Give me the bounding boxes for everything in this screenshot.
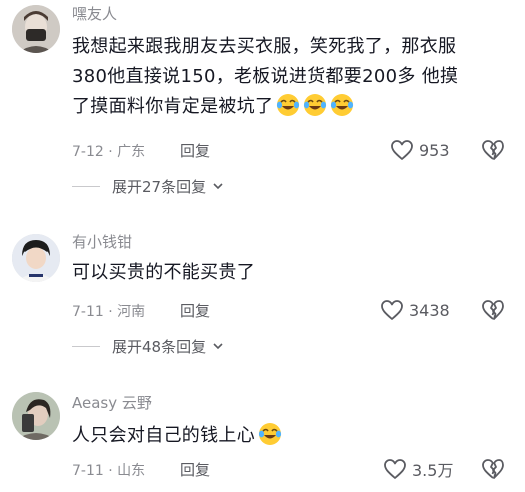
expand-replies-label: 展开48条回复 — [112, 337, 207, 356]
dislike-button[interactable] — [480, 298, 506, 322]
chevron-down-icon — [213, 183, 223, 190]
comment-text: 我想起来跟我朋友去买衣服，笑死我了，那衣服 380他直接说150，老板说进货都要… — [72, 32, 492, 122]
comment-meta: 7-11 · 山东 — [72, 460, 145, 480]
username[interactable]: Aeasy 云野 — [72, 392, 152, 413]
crying-laughing-emoji-icon — [276, 93, 300, 117]
crying-laughing-emoji-icon — [258, 422, 282, 446]
comment-location: 山东 — [117, 463, 146, 479]
comment-text: 人只会对自己的钱上心 — [72, 421, 472, 451]
crying-laughing-emoji-icon — [303, 93, 327, 117]
like-button[interactable]: 3.5万 — [383, 457, 453, 481]
comment-line: 可以买贵的不能买贵了 — [72, 262, 255, 283]
expand-replies-label: 展开27条回复 — [112, 177, 207, 196]
meta-separator: · — [103, 304, 118, 320]
broken-heart-icon — [482, 459, 504, 479]
chevron-down-icon — [213, 343, 223, 350]
expand-replies-button[interactable]: 展开27条回复 — [72, 174, 224, 198]
reply-button[interactable]: 回复 — [180, 459, 210, 480]
divider — [72, 185, 100, 187]
dislike-button[interactable] — [480, 138, 506, 162]
reply-button[interactable]: 回复 — [180, 140, 210, 161]
comment-line: 380他直接说150，老板说进货都要200多 他摸 — [72, 66, 459, 87]
heart-outline-icon — [384, 459, 406, 479]
avatar[interactable] — [12, 5, 60, 53]
heart-outline-icon — [391, 140, 413, 160]
meta-separator: · — [103, 463, 118, 479]
expand-replies-button[interactable]: 展开48条回复 — [72, 334, 224, 358]
like-count: 953 — [419, 140, 450, 160]
comment-line-text: 了摸面料你肯定是被坑了 — [72, 96, 274, 117]
comment-date: 7-12 — [72, 144, 104, 160]
comment-line-with-emoji: 人只会对自己的钱上心 — [72, 421, 472, 451]
username[interactable]: 嘿友人 — [72, 3, 117, 24]
username[interactable]: 有小钱钳 — [72, 231, 132, 252]
like-count: 3438 — [409, 300, 450, 320]
reply-button[interactable]: 回复 — [180, 300, 210, 321]
comment-location: 广东 — [117, 144, 146, 160]
broken-heart-icon — [482, 140, 504, 160]
comment-meta: 7-11 · 河南 — [72, 301, 145, 321]
crying-laughing-emoji-icon — [330, 93, 354, 117]
comment-line-with-emoji: 了摸面料你肯定是被坑了 — [72, 92, 492, 122]
like-button[interactable]: 953 — [390, 138, 450, 162]
like-count: 3.5万 — [412, 461, 454, 480]
comment-date: 7-11 — [72, 463, 104, 479]
comment-meta: 7-12 · 广东 — [72, 141, 145, 161]
comment-line: 我想起来跟我朋友去买衣服，笑死我了，那衣服 — [72, 36, 457, 57]
divider — [72, 345, 100, 347]
avatar[interactable] — [12, 234, 60, 282]
comment-date: 7-11 — [72, 304, 104, 320]
broken-heart-icon — [482, 300, 504, 320]
dislike-button[interactable] — [480, 457, 506, 481]
like-button[interactable]: 3438 — [380, 298, 450, 322]
meta-separator: · — [103, 144, 118, 160]
comment-location: 河南 — [117, 304, 146, 320]
comment-line-text: 人只会对自己的钱上心 — [72, 425, 255, 446]
heart-outline-icon — [381, 300, 403, 320]
comment-text: 可以买贵的不能买贵了 — [72, 258, 472, 288]
avatar[interactable] — [12, 392, 60, 440]
